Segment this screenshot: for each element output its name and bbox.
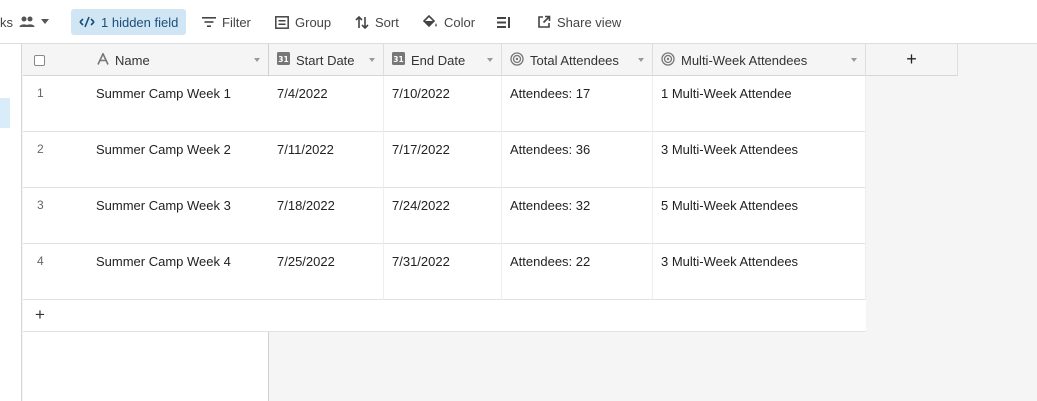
cell-end-date[interactable]: 7/10/2022 bbox=[384, 76, 502, 132]
column-label: Total Attendees bbox=[530, 52, 619, 68]
cell-end-date[interactable]: 7/24/2022 bbox=[384, 188, 502, 244]
text-field-icon bbox=[97, 51, 109, 68]
svg-text:31: 31 bbox=[278, 55, 288, 64]
filter-label: Filter bbox=[222, 14, 251, 30]
cell-start-date[interactable]: 7/18/2022 bbox=[269, 188, 384, 244]
share-view-label: Share view bbox=[557, 14, 622, 30]
cell-total-attendees[interactable]: Attendees: 22 bbox=[502, 244, 653, 300]
cell-name[interactable]: Summer Camp Week 4 bbox=[89, 244, 269, 300]
cell-total-attendees[interactable]: Attendees: 32 bbox=[502, 188, 653, 244]
column-header-start-date[interactable]: 31 Start Date bbox=[269, 44, 384, 76]
share-view-button[interactable]: Share view bbox=[529, 9, 629, 35]
hidden-fields-label: 1 hidden field bbox=[101, 14, 179, 30]
cell-end-date[interactable]: 7/31/2022 bbox=[384, 244, 502, 300]
view-switcher[interactable]: ks bbox=[0, 9, 57, 35]
cell-total-attendees[interactable]: Attendees: 17 bbox=[502, 76, 653, 132]
hidden-fields-button[interactable]: 1 hidden field bbox=[71, 9, 187, 35]
group-label: Group bbox=[295, 14, 332, 30]
calendar-icon: 31 bbox=[277, 52, 290, 68]
column-label: Multi-Week Attendees bbox=[681, 52, 808, 68]
left-panel-strip bbox=[0, 44, 22, 401]
cell-multi-week-attendees[interactable]: 1 Multi-Week Attendee bbox=[653, 76, 866, 132]
cell-name[interactable]: Summer Camp Week 1 bbox=[89, 76, 269, 132]
share-icon bbox=[537, 15, 551, 29]
column-label: Start Date bbox=[296, 52, 355, 68]
color-button[interactable]: Color bbox=[414, 9, 483, 35]
column-header-name[interactable]: Name bbox=[89, 44, 269, 76]
rollup-icon bbox=[510, 51, 524, 69]
rollup-icon bbox=[661, 51, 675, 69]
chevron-down-icon bbox=[41, 19, 49, 25]
cell-multi-week-attendees[interactable]: 3 Multi-Week Attendees bbox=[653, 244, 866, 300]
cell-multi-week-attendees[interactable]: 3 Multi-Week Attendees bbox=[653, 132, 866, 188]
cell-total-attendees[interactable]: Attendees: 36 bbox=[502, 132, 653, 188]
column-label: Name bbox=[115, 52, 150, 68]
table-row[interactable]: 2 Summer Camp Week 2 7/11/2022 7/17/2022… bbox=[23, 132, 866, 188]
row-number: 2 bbox=[37, 142, 44, 156]
selected-row-indicator bbox=[0, 98, 10, 128]
view-name-fragment: ks bbox=[0, 14, 13, 30]
view-toolbar: ks 1 hidden field Filter Group Sort Colo… bbox=[0, 0, 1037, 44]
group-button[interactable]: Group bbox=[267, 9, 339, 35]
chevron-down-icon[interactable] bbox=[254, 58, 260, 62]
svg-text:31: 31 bbox=[393, 55, 403, 64]
row-height-button[interactable] bbox=[489, 9, 519, 35]
column-label: End Date bbox=[411, 52, 466, 68]
cell-name[interactable]: Summer Camp Week 3 bbox=[89, 188, 269, 244]
select-all-cell bbox=[23, 44, 89, 76]
table-row[interactable]: 1 Summer Camp Week 1 7/4/2022 7/10/2022 … bbox=[23, 76, 866, 132]
sort-label: Sort bbox=[375, 14, 399, 30]
cell-multi-week-attendees[interactable]: 5 Multi-Week Attendees bbox=[653, 188, 866, 244]
add-row-button[interactable]: + bbox=[23, 300, 866, 332]
chevron-down-icon[interactable] bbox=[851, 58, 857, 62]
chevron-down-icon[interactable] bbox=[369, 58, 375, 62]
people-icon bbox=[19, 15, 35, 29]
column-header-multi-week-attendees[interactable]: Multi-Week Attendees bbox=[653, 44, 866, 76]
cell-start-date[interactable]: 7/11/2022 bbox=[269, 132, 384, 188]
grid-header: Name 31 Start Date 31 End Date Total Att… bbox=[23, 44, 866, 76]
table-row[interactable]: 3 Summer Camp Week 3 7/18/2022 7/24/2022… bbox=[23, 188, 866, 244]
color-label: Color bbox=[444, 14, 476, 30]
group-icon bbox=[275, 15, 289, 29]
cell-start-date[interactable]: 7/25/2022 bbox=[269, 244, 384, 300]
paint-bucket-icon bbox=[422, 15, 438, 29]
chevron-down-icon[interactable] bbox=[638, 58, 644, 62]
row-height-icon bbox=[497, 16, 511, 29]
filter-icon bbox=[202, 16, 216, 28]
sort-icon bbox=[355, 15, 369, 29]
column-header-end-date[interactable]: 31 End Date bbox=[384, 44, 502, 76]
row-number: 3 bbox=[37, 198, 44, 212]
filter-button[interactable]: Filter bbox=[194, 9, 259, 35]
plus-icon: + bbox=[906, 49, 917, 69]
row-number: 1 bbox=[37, 86, 44, 100]
plus-icon: + bbox=[35, 305, 45, 324]
select-all-checkbox[interactable] bbox=[34, 55, 45, 66]
cell-name[interactable]: Summer Camp Week 2 bbox=[89, 132, 269, 188]
sort-button[interactable]: Sort bbox=[347, 9, 407, 35]
add-column-button[interactable]: + bbox=[866, 44, 958, 76]
column-header-total-attendees[interactable]: Total Attendees bbox=[502, 44, 653, 76]
table-row[interactable]: 4 Summer Camp Week 4 7/25/2022 7/31/2022… bbox=[23, 244, 866, 300]
calendar-icon: 31 bbox=[392, 52, 405, 68]
cell-end-date[interactable]: 7/17/2022 bbox=[384, 132, 502, 188]
cell-start-date[interactable]: 7/4/2022 bbox=[269, 76, 384, 132]
eye-slash-icon bbox=[79, 16, 95, 28]
row-number: 4 bbox=[37, 254, 44, 268]
chevron-down-icon[interactable] bbox=[487, 58, 493, 62]
